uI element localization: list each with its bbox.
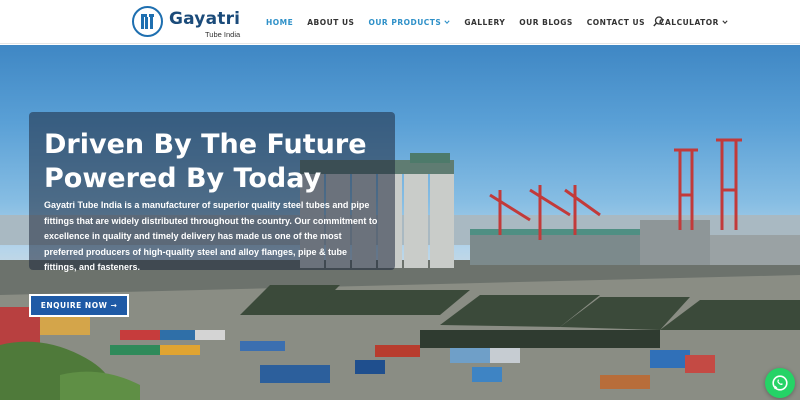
enquire-now-button[interactable]: ENQUIRE NOW → <box>29 294 129 317</box>
hero-body-text: is a manufacturer of superior quality st… <box>44 200 378 272</box>
nav-item-gallery[interactable]: GALLERY <box>464 18 505 27</box>
nav-item-our-products[interactable]: OUR PRODUCTS <box>368 18 450 27</box>
brand-name: Gayatri <box>169 9 241 29</box>
site-header: Gayatri Tube India HOME ABOUT US OUR PRO… <box>0 0 800 44</box>
site-logo[interactable]: Gayatri Tube India <box>132 6 244 40</box>
nav-item-our-blogs[interactable]: OUR BLOGS <box>519 18 573 27</box>
hero-description: Gayatri Tube India is a manufacturer of … <box>44 198 382 276</box>
nav-item-calculator[interactable]: CALCULATOR <box>659 18 728 27</box>
nav-item-home[interactable]: HOME <box>266 18 293 27</box>
hero-section: Driven By The Future Powered By Today Ga… <box>0 45 800 400</box>
chevron-down-icon <box>444 20 450 25</box>
main-nav: HOME ABOUT US OUR PRODUCTS GALLERY OUR B… <box>266 0 742 44</box>
search-icon[interactable] <box>653 16 664 27</box>
whatsapp-icon <box>772 375 788 391</box>
nav-item-contact-us[interactable]: CONTACT US <box>587 18 645 27</box>
brand-tagline: Tube India <box>205 30 241 39</box>
chevron-down-icon <box>722 20 728 25</box>
whatsapp-chat-button[interactable] <box>765 368 795 398</box>
hero-title: Driven By The Future Powered By Today <box>44 129 367 194</box>
gt-circle-logo-icon <box>132 6 163 37</box>
nav-item-about-us[interactable]: ABOUT US <box>307 18 354 27</box>
hero-brand-name: Gayatri Tube India <box>44 200 122 210</box>
